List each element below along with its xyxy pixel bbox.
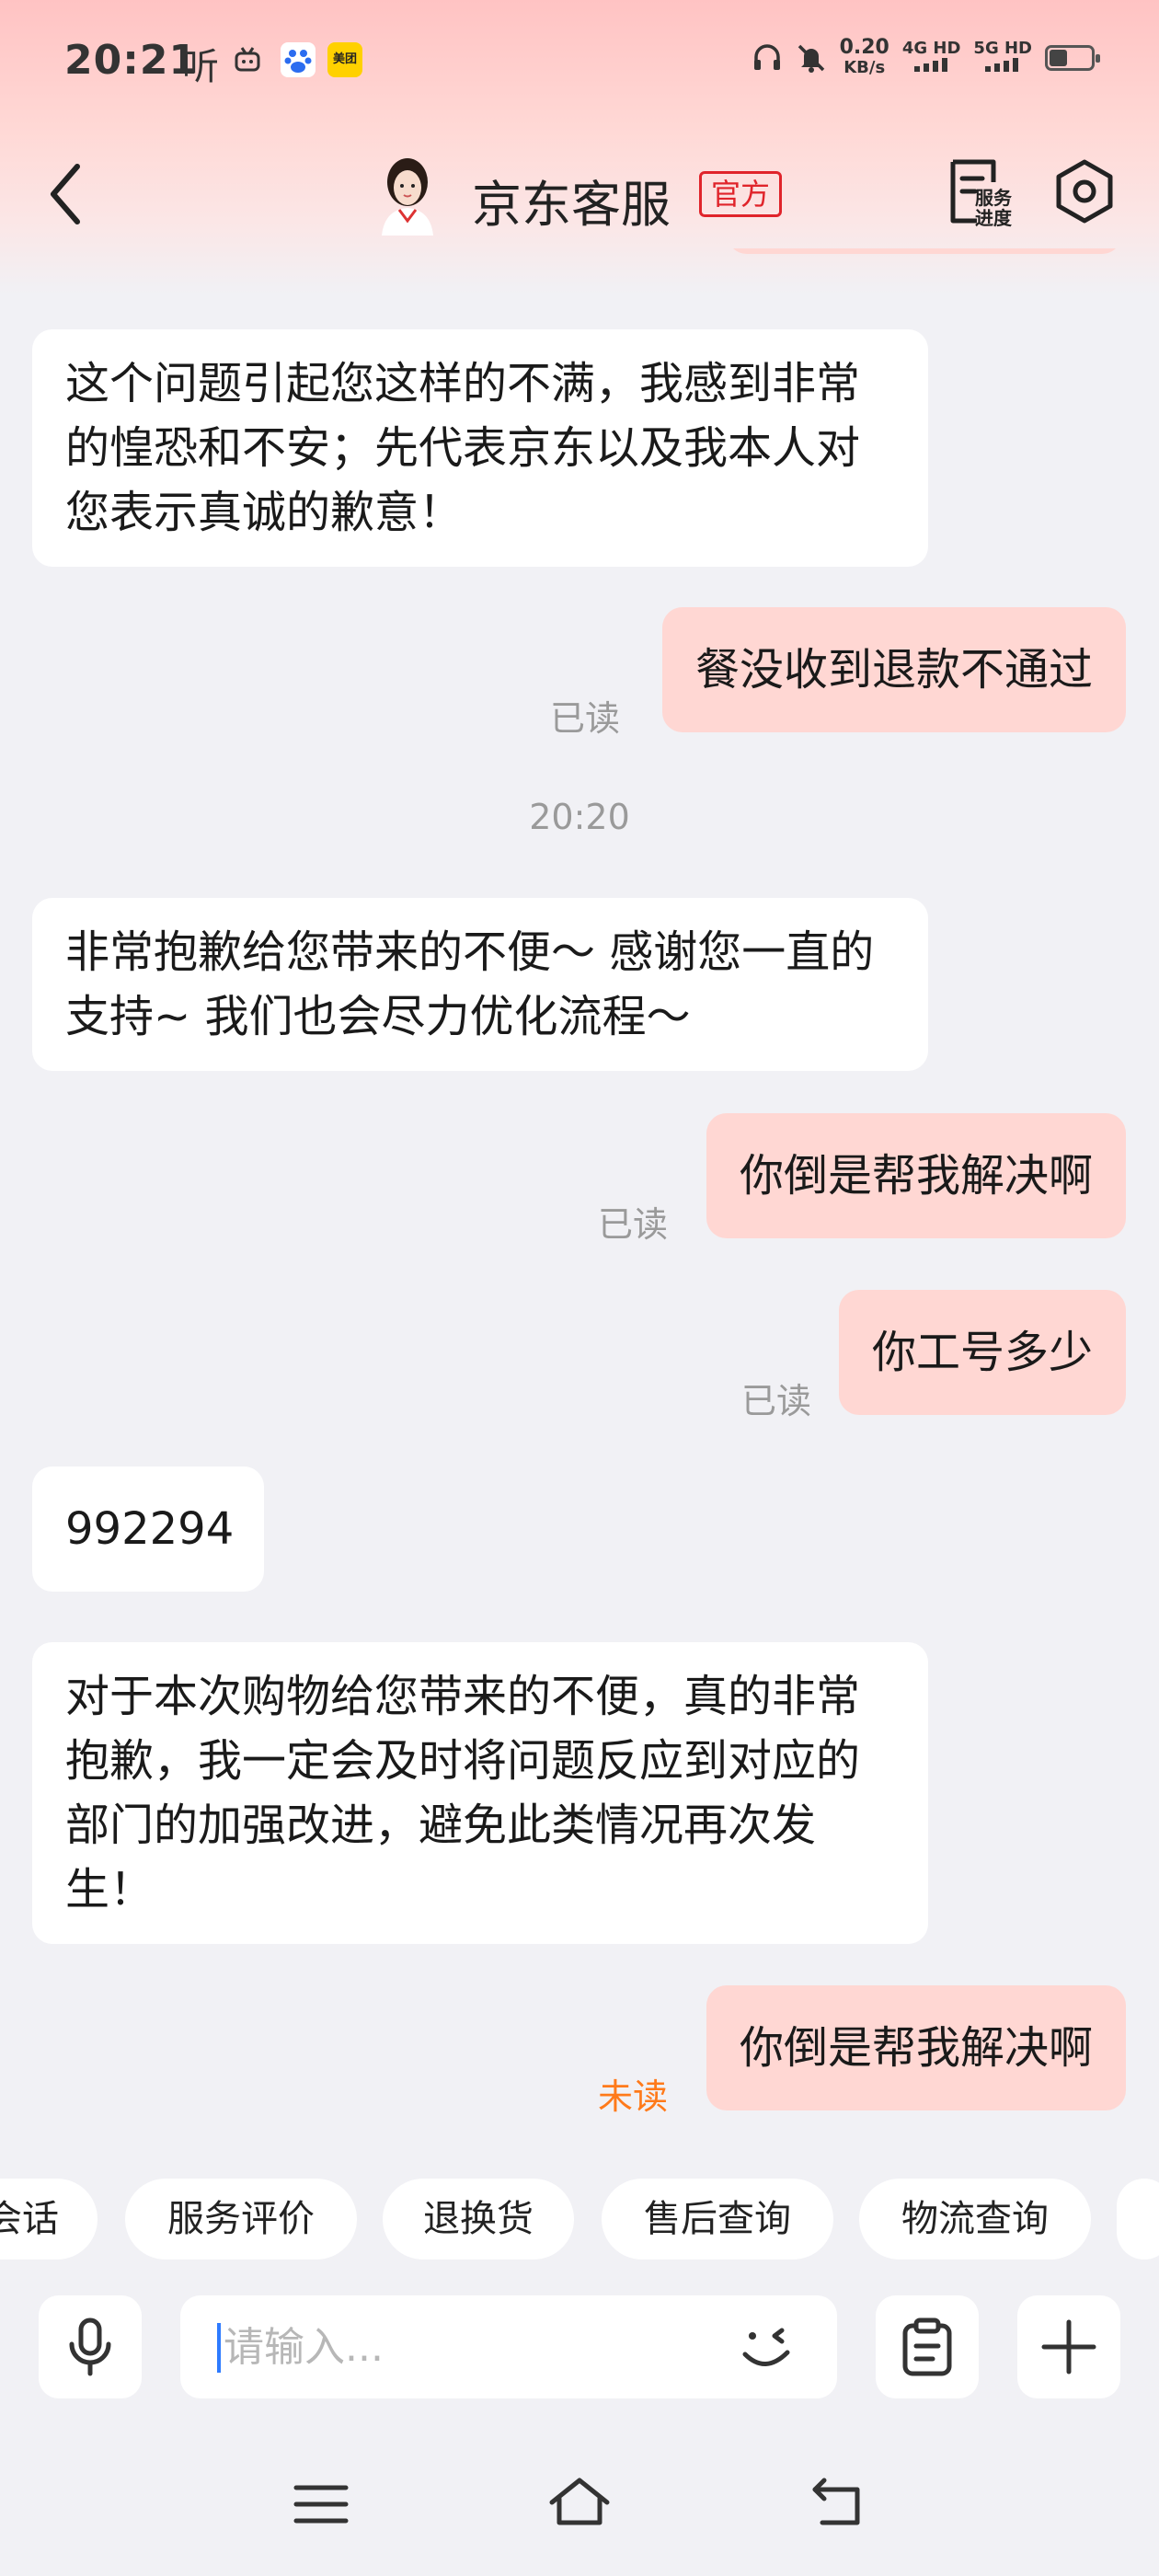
signal-sim2: 5G HD <box>973 40 1032 75</box>
clipboard-icon <box>902 2317 952 2376</box>
sim1-label: 4G HD <box>901 39 961 58</box>
back-arrow-icon[interactable] <box>48 161 85 227</box>
meituan-icon: 美团 <box>327 42 362 77</box>
baidu-icon <box>281 42 316 77</box>
agent-message: 这个问题引起您这样的不满，我感到非常的惶恐和不安；先代表京东以及我本人对您表示真… <box>32 329 928 567</box>
signal-bars-icon <box>985 58 1019 72</box>
input-bar <box>0 2295 1159 2406</box>
quick-reply-session[interactable]: 会话 <box>0 2179 98 2260</box>
back-nav-icon[interactable] <box>809 2475 866 2530</box>
quick-reply-logistics[interactable]: 物流查询 <box>859 2179 1091 2260</box>
user-message: 你倒是帮我解决啊 <box>706 1985 1126 2110</box>
sim2-label: 5G HD <box>973 39 1032 58</box>
page-title: 京东客服 <box>472 176 671 234</box>
agent-avatar <box>382 158 433 236</box>
previous-message-fragment <box>727 248 1122 254</box>
add-more-button[interactable] <box>1017 2295 1120 2398</box>
service-progress-button[interactable]: 服务进度 <box>940 156 1023 230</box>
quick-reply-bar: 会话 服务评价 退换货 售后查询 物流查询 <box>0 2171 1159 2263</box>
message-timestamp: 20:20 <box>529 797 630 837</box>
user-message: 餐没收到退款不通过 <box>661 607 1126 732</box>
network-speed: 0.20 KB/s <box>840 38 889 78</box>
quick-reply-more-fragment[interactable] <box>1117 2179 1159 2260</box>
voice-button[interactable] <box>39 2295 142 2398</box>
agent-message: 992294 <box>32 1466 264 1592</box>
settings-icon[interactable] <box>1054 158 1115 224</box>
service-progress-label: 服务进度 <box>975 187 1012 229</box>
message-input[interactable] <box>222 2322 704 2372</box>
net-speed-unit: KB/s <box>843 58 886 77</box>
status-bar: 20:21 听 美团 0.20 KB/s 4G HD 5G HD <box>0 0 1159 124</box>
headphones-icon <box>753 44 780 70</box>
quick-reply-return-exchange[interactable]: 退换货 <box>383 2179 574 2260</box>
text-caret <box>217 2323 221 2373</box>
chat-header: 京东客服 官方 服务进度 <box>0 138 1159 248</box>
microphone-icon <box>69 2317 111 2376</box>
home-icon[interactable] <box>546 2475 613 2530</box>
signal-sim1: 4G HD <box>901 39 961 75</box>
net-speed-value: 0.20 <box>839 36 889 59</box>
chat-message-list[interactable]: 这个问题引起您这样的不满，我感到非常的惶恐和不安；先代表京东以及我本人对您表示真… <box>0 248 1159 2125</box>
listen-indicator: 听 <box>182 46 219 88</box>
bilibili-tv-icon <box>235 47 260 72</box>
official-badge: 官方 <box>699 171 783 217</box>
unread-status: 未读 <box>597 2076 668 2117</box>
quick-reply-after-sales[interactable]: 售后查询 <box>602 2179 833 2260</box>
signal-bars-icon <box>913 58 947 72</box>
bell-muted-icon <box>798 44 824 73</box>
system-navigation-bar <box>0 2447 1159 2576</box>
status-time: 20:21 <box>64 37 199 84</box>
user-message: 你倒是帮我解决啊 <box>706 1113 1126 1238</box>
agent-message: 非常抱歉给您带来的不便～ 感谢您一直的支持~ 我们也会尽力优化流程～ <box>32 898 928 1071</box>
read-status: 已读 <box>597 1204 668 1245</box>
read-status: 已读 <box>549 698 620 739</box>
user-message: 你工号多少 <box>838 1290 1126 1415</box>
battery-icon <box>1045 45 1100 71</box>
plus-icon <box>1041 2319 1096 2375</box>
emoji-icon[interactable] <box>736 2319 800 2375</box>
read-status: 已读 <box>740 1381 811 1421</box>
message-input-container[interactable] <box>180 2295 837 2398</box>
agent-message: 对于本次购物给您带来的不便，真的非常抱歉，我一定会及时将问题反应到对应的部门的加… <box>32 1642 928 1944</box>
menu-icon[interactable] <box>293 2480 350 2528</box>
status-right-group: 0.20 KB/s 4G HD 5G HD <box>752 35 1100 81</box>
quick-reply-service-rating[interactable]: 服务评价 <box>125 2179 357 2260</box>
clipboard-button[interactable] <box>876 2295 979 2398</box>
